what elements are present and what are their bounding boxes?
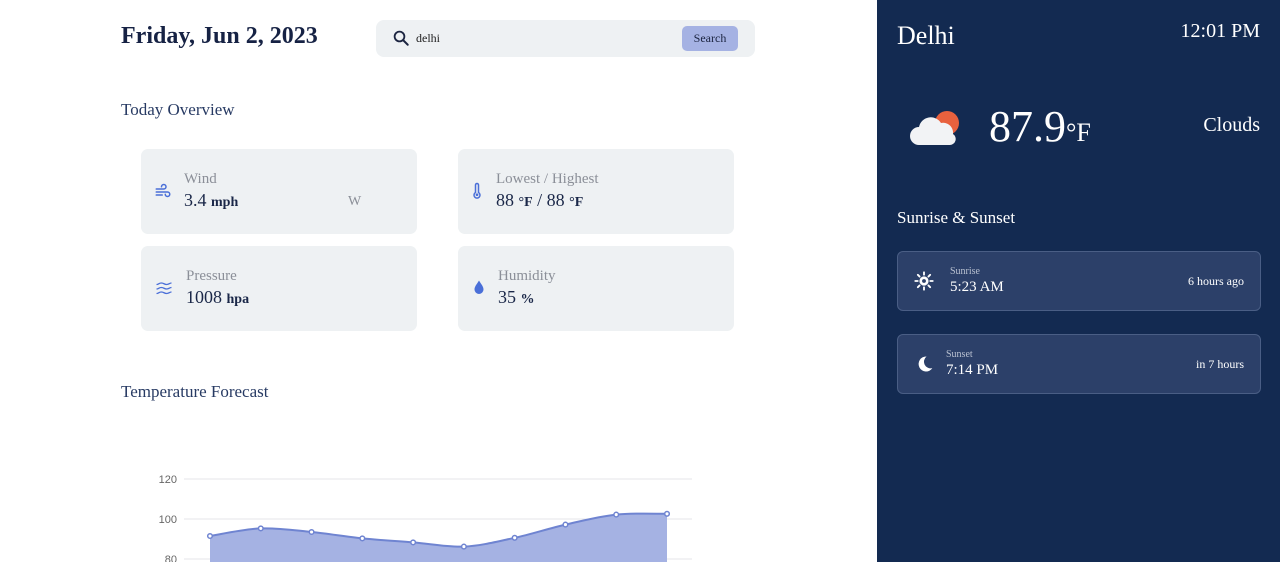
forecast-point [613, 511, 620, 518]
waves-icon [156, 282, 172, 295]
sunrise-card: Sunrise 5:23 AM 6 hours ago [897, 251, 1261, 311]
pressure-value: 1008 hpa [186, 287, 249, 308]
humidity-card: Humidity 35 % [458, 246, 734, 331]
current-time: 12:01 PM [1180, 20, 1260, 42]
pressure-number: 1008 [186, 287, 222, 307]
forecast-point [206, 532, 214, 540]
temp-low: 88 [496, 190, 514, 210]
current-temperature: 87.9°F [989, 101, 1091, 152]
wind-icon [155, 183, 171, 198]
wind-unit: mph [211, 195, 239, 210]
temp-range-value: 88 °F / 88 °F [496, 190, 583, 211]
forecast-point [359, 535, 366, 542]
search-icon[interactable] [392, 29, 410, 47]
sunrise-time: 5:23 AM [950, 279, 1004, 295]
temp-range-card: Lowest / Highest 88 °F / 88 °F [458, 149, 734, 234]
temperature-unit: °F [1066, 118, 1091, 147]
forecast-point [663, 510, 671, 517]
weather-condition: Clouds [1203, 114, 1260, 136]
sunrise-relative: 6 hours ago [1188, 274, 1244, 288]
forecast-point [308, 528, 315, 536]
temp-low-unit: °F [518, 195, 533, 210]
sunset-relative: in 7 hours [1196, 357, 1244, 371]
search-bar: Search [376, 20, 755, 57]
temperature-forecast-chart: 80 100 120 [159, 474, 692, 562]
temperature-value: 87.9 [989, 102, 1066, 151]
humidity-number: 35 [498, 287, 516, 307]
forecast-point [257, 525, 264, 532]
droplet-icon [474, 280, 484, 294]
forecast-point [562, 521, 569, 528]
humidity-unit: % [520, 292, 535, 307]
pressure-unit: hpa [226, 292, 250, 307]
forecast-area [210, 513, 667, 562]
sun-section-title: Sunrise & Sunset [897, 208, 1016, 227]
temp-high-unit: °F [569, 195, 584, 210]
sun-icon [914, 271, 934, 291]
page-date: Friday, Jun 2, 2023 [121, 23, 318, 49]
forecast-point [410, 539, 417, 546]
sidebar: Delhi 12:01 PM 87.9°F Clouds Sunrise & S… [877, 0, 1280, 562]
search-input[interactable] [416, 28, 636, 48]
temp-range-label: Lowest / Highest [496, 171, 599, 187]
pressure-card: Pressure 1008 hpa [141, 246, 417, 331]
temp-high: 88 [546, 190, 565, 210]
search-button[interactable]: Search [682, 26, 738, 51]
wind-label: Wind [184, 171, 217, 187]
humidity-label: Humidity [498, 268, 556, 284]
moon-icon [918, 356, 933, 372]
temp-separator: / [537, 190, 543, 210]
forecast-point [460, 543, 467, 550]
y-tick-label: 120 [159, 474, 177, 486]
y-tick-label: 100 [159, 514, 177, 526]
city-name: Delhi [897, 21, 955, 50]
pressure-label: Pressure [186, 268, 237, 284]
sunset-card: Sunset 7:14 PM in 7 hours [897, 334, 1261, 394]
sunrise-label: Sunrise [950, 266, 980, 277]
forecast-point [511, 534, 518, 541]
y-tick-label: 80 [165, 554, 177, 562]
sunset-label: Sunset [946, 349, 973, 360]
wind-direction: W [348, 194, 362, 209]
forecast-title: Temperature Forecast [121, 382, 269, 401]
cloud-sun-icon [910, 111, 959, 145]
wind-speed: 3.4 [184, 190, 207, 210]
overview-title: Today Overview [121, 100, 235, 119]
wind-card: Wind 3.4 mph W [141, 149, 417, 234]
humidity-value: 35 % [498, 287, 535, 308]
main-panel: Friday, Jun 2, 2023 Search Today Overvie… [0, 0, 877, 562]
thermometer-icon [473, 182, 481, 199]
wind-value: 3.4 mph [184, 190, 238, 211]
sunset-time: 7:14 PM [946, 362, 999, 378]
